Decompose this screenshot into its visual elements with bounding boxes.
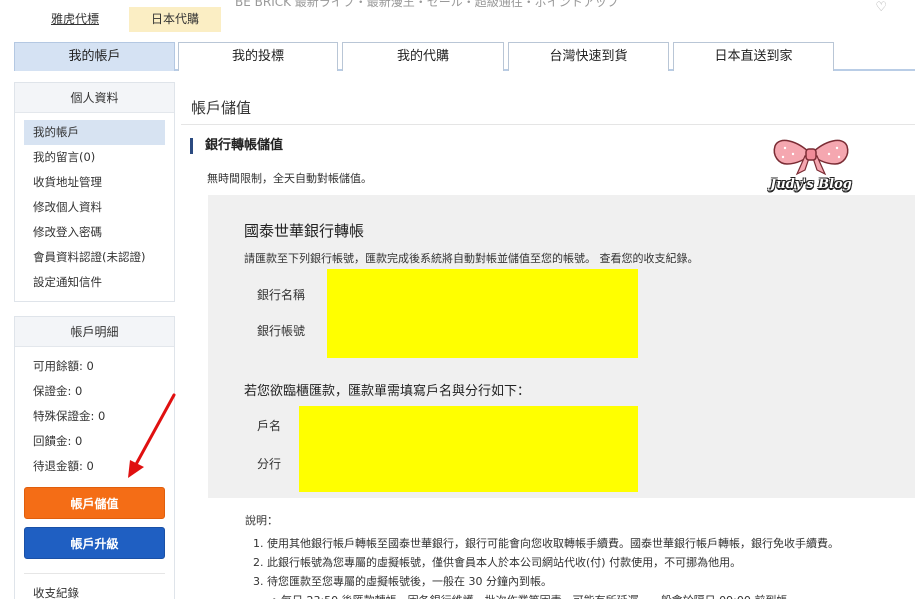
page-title: 帳戶儲值 <box>191 99 252 117</box>
profile-box: 個人資料 我的帳戶 我的留言(0) 收貨地址管理 修改個人資料 修改登入密碼 會… <box>14 82 175 302</box>
holder-info-redacted <box>299 406 638 492</box>
tab-my-bids[interactable]: 我的投標 <box>178 42 338 71</box>
note-item: 1. 使用其他銀行帳戶轉帳至國泰世華銀行，銀行可能會向您收取轉帳手續費。國泰世華… <box>253 537 839 550</box>
sidebar-item-transactions[interactable]: 收支紀錄 <box>15 574 174 599</box>
tab-japan-direct[interactable]: 日本直送到家 <box>673 42 834 71</box>
section-title: 銀行轉帳儲值 <box>190 138 283 154</box>
bank-panel: 國泰世華銀行轉帳 請匯款至下列銀行帳號，匯款完成後系統將自動對帳並儲值至您的帳號… <box>208 195 915 498</box>
heart-icon[interactable]: ♡ <box>875 0 887 15</box>
bank-name-label: 銀行名稱 <box>257 288 306 302</box>
sidebar-item-my-account[interactable]: 我的帳戶 <box>24 120 165 145</box>
account-title: 帳戶明細 <box>15 317 174 347</box>
title-divider <box>181 124 915 125</box>
notes-head: 說明： <box>245 514 278 527</box>
branch-label: 分行 <box>257 457 282 471</box>
notes-list: 1. 使用其他銀行帳戶轉帳至國泰世華銀行，銀行可能會向您收取轉帳手續費。國泰世華… <box>245 534 839 599</box>
upgrade-button[interactable]: 帳戶升級 <box>24 527 165 559</box>
notes: 說明： 1. 使用其他銀行帳戶轉帳至國泰世華銀行，銀行可能會向您收取轉帳手續費。… <box>245 512 839 599</box>
top-promo-text: BE BRICK 最新ライブ・最新漫王・セール・超級通往・ポイントアップ <box>235 0 619 9</box>
profile-menu: 我的帳戶 我的留言(0) 收貨地址管理 修改個人資料 修改登入密碼 會員資料認證… <box>15 113 174 301</box>
tab-my-orders[interactable]: 我的代購 <box>342 42 504 71</box>
counter-note: 若您欲臨櫃匯款，匯款單需填寫戶名與分行如下： <box>244 384 531 399</box>
bank-account-label: 銀行帳號 <box>257 324 306 338</box>
sidebar-item-notifications[interactable]: 設定通知信件 <box>24 270 165 295</box>
blog-watermark: Judy's Blog <box>761 134 861 204</box>
sidebar-item-edit-profile[interactable]: 修改個人資料 <box>24 195 165 220</box>
topup-button[interactable]: 帳戶儲值 <box>24 487 165 519</box>
sidebar-item-address[interactable]: 收貨地址管理 <box>24 170 165 195</box>
sidebar-item-messages[interactable]: 我的留言(0) <box>24 145 165 170</box>
top-tabs: 雅虎代標 日本代購 <box>21 7 221 32</box>
red-arrow-icon <box>128 393 176 478</box>
tab-my-account[interactable]: 我的帳戶 <box>14 42 175 71</box>
note-item: 3. 待您匯款至您專屬的虛擬帳號後，一般在 30 分鐘內到帳。 <box>253 575 552 588</box>
panel-desc[interactable]: 請匯款至下列銀行帳號，匯款完成後系統將自動對帳並儲值至您的帳號。 查看您的收支紀… <box>244 250 699 266</box>
bow-icon <box>773 139 849 176</box>
main-content: 帳戶儲值 銀行轉帳儲值 無時間限制，全天自動對帳儲值。 Judy's Blog … <box>181 82 915 599</box>
sidebar-item-verification[interactable]: 會員資料認證(未認證) <box>24 245 165 270</box>
main-tabs: 我的帳戶 我的投標 我的代購 台灣快速到貨 日本直送到家 <box>14 42 915 71</box>
sidebar: 個人資料 我的帳戶 我的留言(0) 收貨地址管理 修改個人資料 修改登入密碼 會… <box>14 82 175 599</box>
profile-title: 個人資料 <box>15 83 174 113</box>
blog-watermark-text: Judy's Blog <box>770 177 852 192</box>
section-desc: 無時間限制，全天自動對帳儲值。 <box>207 172 372 185</box>
panel-title: 國泰世華銀行轉帳 <box>244 222 365 240</box>
balance-available: 可用餘額: 0 <box>33 359 94 373</box>
note-item: 2. 此銀行帳號為您專屬的虛擬帳號，僅供會員本人於本公司網站代收(付) 付款使用… <box>253 556 742 569</box>
account-holder-label: 戶名 <box>257 419 282 433</box>
top-tab-taiwan[interactable]: 雅虎代標 <box>21 7 129 32</box>
top-tab-japan[interactable]: 日本代購 <box>129 7 221 32</box>
bank-info-redacted <box>327 269 638 358</box>
tab-taiwan-express[interactable]: 台灣快速到貨 <box>508 42 669 71</box>
note-item: • 每日 23:50 後匯款轉帳，因各銀行維護、批次作業等因素，可能有所延遲，一… <box>245 591 839 599</box>
sidebar-item-change-password[interactable]: 修改登入密碼 <box>24 220 165 245</box>
